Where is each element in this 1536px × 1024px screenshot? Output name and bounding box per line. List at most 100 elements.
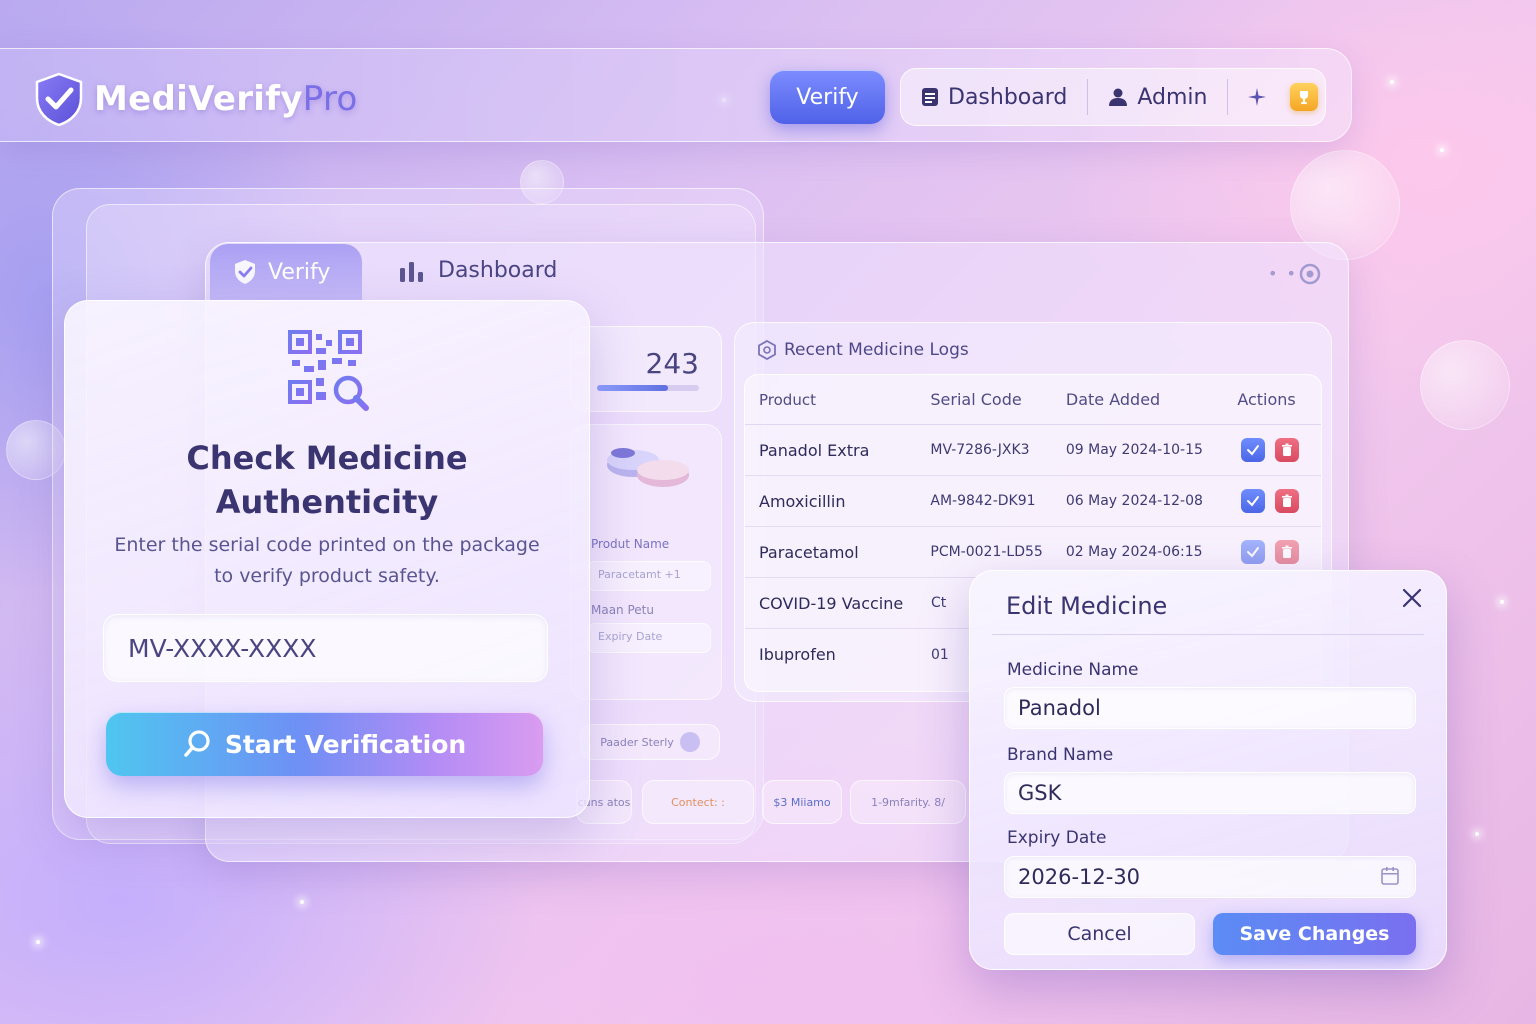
settings-icon[interactable]: [1298, 262, 1322, 286]
document-icon: [922, 88, 938, 106]
ghost-field: Expiry Date: [587, 623, 711, 653]
recent-logs-header: Recent Medicine Logs: [758, 340, 969, 360]
background-bubble: [1420, 340, 1510, 430]
expiry-date-label: Expiry Date: [1007, 828, 1107, 848]
sparkle: [1475, 832, 1479, 836]
table-row[interactable]: Panadol Extra MV-7286-JXK3 09 May 2024-1…: [745, 425, 1321, 476]
close-icon[interactable]: [1400, 586, 1424, 610]
medicine-name-label: Medicine Name: [1007, 660, 1139, 680]
check-icon: [1247, 547, 1260, 558]
sparkle: [36, 940, 40, 944]
trash-icon: [1282, 443, 1293, 456]
medicine-name-input[interactable]: [1004, 687, 1416, 729]
cell-product: Paracetamol: [759, 542, 859, 562]
shield-check-icon: [235, 260, 255, 284]
row-actions: [1227, 438, 1321, 462]
column-header-product[interactable]: Product: [745, 391, 930, 409]
start-verification-label: Start Verification: [224, 729, 467, 759]
bar-chart-icon: [400, 261, 423, 282]
cell-product: Amoxicillin: [759, 491, 846, 511]
cell-date: 02 May 2024-06:15: [1065, 544, 1203, 560]
more-options-icon[interactable]: • •: [1268, 264, 1298, 283]
trophy-button[interactable]: [1290, 83, 1319, 111]
cell-date: 06 May 2024-12-08: [1065, 493, 1203, 509]
forward-icon: [679, 732, 700, 752]
sparkle: [1390, 80, 1394, 84]
sparkle: [300, 900, 304, 904]
approve-button[interactable]: [1241, 438, 1266, 462]
sparkle: [1500, 600, 1504, 604]
brand-name-label: Brand Name: [1007, 745, 1114, 765]
ghost-pill: 1-9mfarity. 8/: [850, 780, 966, 824]
cell-product: Ibuprofen: [759, 645, 836, 664]
table-header-row: Product Serial Code Date Added Actions: [745, 375, 1321, 425]
sparkle-menu-button[interactable]: [1228, 69, 1286, 125]
brand-logo[interactable]: MediVerifyPro: [32, 71, 358, 127]
approve-button[interactable]: [1241, 540, 1266, 564]
nav-dashboard-link[interactable]: Dashboard: [901, 69, 1087, 125]
column-header-actions: Actions: [1237, 390, 1296, 409]
cancel-button[interactable]: Cancel: [1004, 913, 1195, 955]
stat-value: 243: [645, 347, 699, 380]
nav-admin-link[interactable]: Admin: [1088, 69, 1227, 125]
pills-illustration: [607, 448, 689, 487]
ghost-field: Paracetamt +1: [587, 561, 711, 591]
ghost-pill: Contect: :: [642, 780, 754, 824]
nav-admin-label: Admin: [1137, 84, 1208, 110]
brand-name-input[interactable]: [1004, 772, 1416, 814]
cell-serial: AM-9842-DK91: [930, 493, 1036, 509]
calendar-icon[interactable]: [1380, 866, 1400, 886]
hexagon-icon: [758, 340, 776, 360]
check-icon: [1247, 496, 1260, 507]
verify-subtitle-line1: Enter the serial code printed on the pac…: [114, 534, 540, 556]
check-icon: [1247, 445, 1260, 456]
background-form: Produt Name Paracetamt +1 Maan Petu Expi…: [570, 424, 722, 700]
brand-name: MediVerifyPro: [94, 79, 358, 119]
ghost-pill: $3 Miiamo: [762, 780, 842, 824]
tab-dashboard[interactable]: Dashboard: [398, 258, 557, 283]
tab-verify-label: Verify: [268, 259, 331, 285]
delete-button[interactable]: [1275, 438, 1300, 462]
tab-verify[interactable]: Verify: [210, 244, 362, 300]
nav-dashboard-label: Dashboard: [948, 84, 1068, 110]
verify-subtitle-line2: to verify product safety.: [214, 565, 440, 587]
modal-divider: [992, 634, 1424, 635]
modal-title: Edit Medicine: [1006, 592, 1168, 620]
nav-verify-button[interactable]: Verify: [770, 70, 885, 124]
tab-dashboard-label: Dashboard: [438, 258, 558, 283]
ghost-field-label: Produt Name: [591, 537, 670, 551]
recent-logs-title: Recent Medicine Logs: [784, 340, 969, 360]
sparkle: [1440, 148, 1444, 152]
sparkle-icon: [1248, 88, 1267, 106]
top-navigation-bar: MediVerifyPro Verify Dashboard Admin: [0, 48, 1352, 142]
shield-check-icon: [35, 72, 83, 127]
delete-button[interactable]: [1275, 540, 1300, 564]
nav-group: Dashboard Admin: [900, 68, 1326, 126]
search-icon: [184, 730, 210, 757]
stat-card: 243: [570, 326, 722, 412]
delete-button[interactable]: [1275, 489, 1300, 513]
cell-product: COVID-19 Vaccine: [759, 593, 904, 613]
trophy-icon: [1300, 91, 1309, 104]
verify-title-text: Check Medicine Authenticity: [186, 439, 468, 521]
table-row[interactable]: Amoxicillin AM-9842-DK91 06 May 2024-12-…: [745, 476, 1321, 527]
stat-progress-bar: [597, 385, 699, 391]
ghost-link: Paader Sterly: [580, 724, 720, 760]
trash-icon: [1282, 494, 1293, 507]
approve-button[interactable]: [1241, 489, 1266, 513]
trash-icon: [1282, 545, 1293, 558]
cell-product: Panadol Extra: [759, 440, 870, 460]
verify-title: Check Medicine Authenticity: [64, 436, 590, 524]
save-changes-button[interactable]: Save Changes: [1213, 913, 1416, 955]
ghost-field-label: Maan Petu: [591, 603, 654, 617]
serial-code-input[interactable]: [103, 614, 548, 682]
verify-subtitle: Enter the serial code printed on the pac…: [64, 530, 590, 592]
user-icon: [1109, 88, 1128, 106]
start-verification-button[interactable]: Start Verification: [106, 712, 543, 776]
edit-medicine-modal: [969, 570, 1447, 970]
expiry-date-input[interactable]: [1004, 856, 1416, 898]
row-actions: [1227, 540, 1321, 564]
ghost-link-label: Paader Sterly: [600, 735, 674, 749]
column-header-serial[interactable]: Serial Code: [930, 390, 1066, 409]
column-header-date[interactable]: Date Added: [1066, 390, 1227, 409]
